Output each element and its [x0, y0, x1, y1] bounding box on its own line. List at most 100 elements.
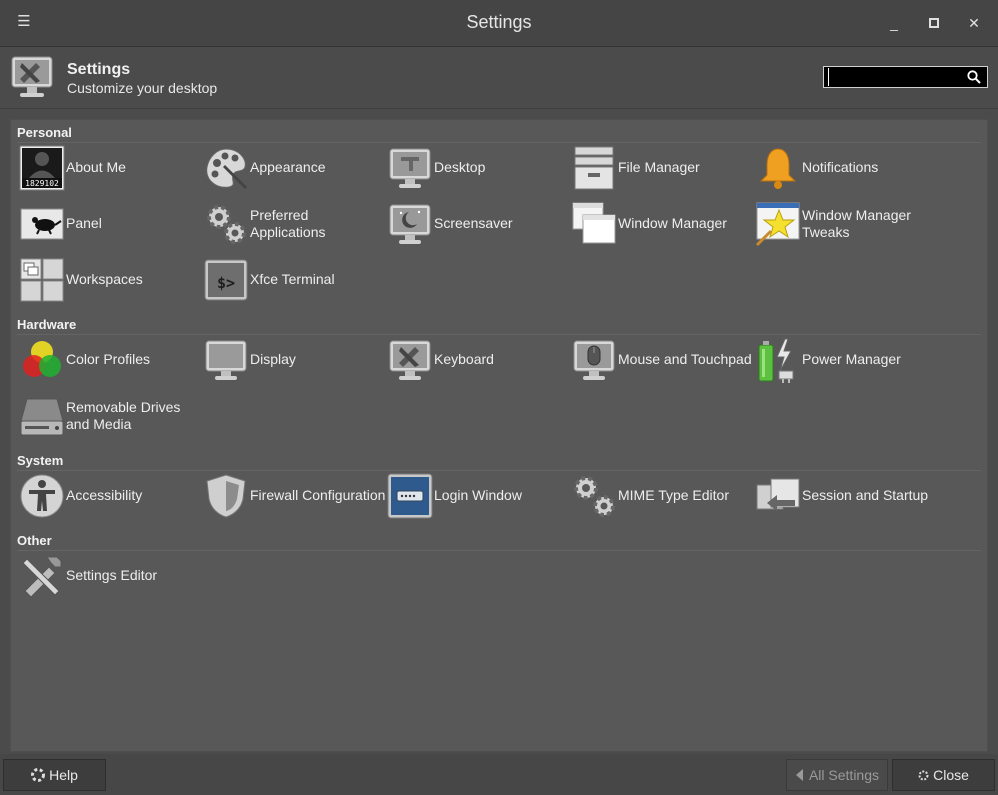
badge-number: 1829102 — [25, 179, 59, 188]
settings-content: Personal 1829102 About Me Appearance Des… — [10, 119, 988, 752]
accessibility-icon — [20, 474, 64, 518]
section-title-other: Other — [17, 533, 52, 548]
item-label: Login Window — [434, 487, 522, 503]
item-label: About Me — [66, 159, 126, 175]
close-button[interactable]: Close — [892, 759, 995, 791]
page-title: Settings — [67, 61, 131, 78]
item-label: Window Manager Tweaks — [802, 207, 911, 240]
item-notifications[interactable]: Notifications — [755, 145, 939, 193]
bell-icon — [759, 148, 797, 189]
panel-mouse-icon — [20, 208, 64, 240]
item-file-manager[interactable]: File Manager — [571, 145, 755, 193]
section-divider — [17, 142, 981, 143]
chevron-left-icon — [795, 760, 805, 790]
gears-icon — [207, 205, 246, 244]
lifebuoy-icon — [31, 760, 46, 790]
item-accessibility[interactable]: Accessibility — [19, 473, 203, 521]
maximize-button[interactable] — [925, 14, 943, 32]
item-mouse-and-touchpad[interactable]: Mouse and Touchpad — [571, 337, 755, 385]
section-title-hardware: Hardware — [17, 317, 77, 332]
item-about-me[interactable]: 1829102 About Me — [19, 145, 203, 193]
user-badge-icon: 1829102 — [19, 145, 65, 191]
section-title-personal: Personal — [17, 125, 72, 140]
terminal-glyph: $> — [217, 274, 235, 292]
item-appearance[interactable]: Appearance — [203, 145, 387, 193]
item-desktop[interactable]: Desktop — [387, 145, 571, 193]
minimize-button[interactable]: _ — [885, 14, 903, 32]
drive-icon — [20, 398, 64, 436]
item-label: Color Profiles — [66, 351, 151, 367]
battery-plug-icon — [758, 338, 794, 383]
item-power-manager[interactable]: Power Manager — [755, 337, 939, 385]
color-circles-icon — [23, 341, 61, 377]
file-cabinet-icon — [574, 146, 614, 190]
item-label: Removable Drives and Media — [66, 399, 181, 432]
item-settings-editor[interactable]: Settings Editor — [19, 553, 203, 601]
item-label: Display — [250, 351, 296, 367]
session-arrow-icon — [756, 478, 800, 511]
item-label: MIME Type Editor — [618, 487, 730, 503]
close-window-button[interactable]: ✕ — [965, 14, 983, 32]
section-divider — [17, 550, 981, 551]
shield-icon — [206, 474, 246, 518]
item-label: Power Manager — [802, 351, 901, 367]
item-color-profiles[interactable]: Color Profiles — [19, 337, 203, 385]
item-label: Screensaver — [434, 215, 513, 231]
palette-icon — [206, 148, 247, 189]
item-label: Workspaces — [66, 271, 143, 287]
item-label: Firewall Configuration — [250, 487, 386, 503]
title-bar: ☰ Settings _ ✕ — [0, 0, 998, 47]
help-button[interactable]: Help — [3, 759, 106, 791]
mouse-monitor-icon — [573, 340, 615, 380]
all-settings-button[interactable]: All Settings — [786, 759, 888, 791]
maximize-icon — [929, 18, 939, 28]
item-label: Accessibility — [66, 487, 143, 503]
item-screensaver[interactable]: Screensaver — [387, 201, 571, 249]
item-window-manager[interactable]: Window Manager — [571, 201, 755, 249]
window-title: Settings — [466, 12, 532, 32]
item-xfce-terminal[interactable]: $> Xfce Terminal — [203, 257, 387, 305]
item-label: Window Manager — [618, 215, 727, 231]
item-label: Settings Editor — [66, 567, 158, 583]
star-window-icon — [755, 202, 800, 247]
close-label: Close — [933, 767, 969, 783]
item-label: Xfce Terminal — [250, 271, 335, 287]
item-label: Notifications — [802, 159, 879, 175]
workspaces-grid-icon — [20, 258, 64, 302]
item-panel[interactable]: Panel — [19, 201, 203, 249]
display-monitor-icon — [205, 340, 247, 380]
item-label: Mouse and Touchpad — [618, 351, 752, 367]
item-label: Session and Startup — [802, 487, 929, 503]
item-mime-type-editor[interactable]: MIME Type Editor — [571, 473, 755, 521]
search-box[interactable] — [823, 66, 988, 88]
settings-editor-icon — [22, 556, 62, 598]
search-icon[interactable] — [967, 70, 981, 84]
mime-gears-icon — [574, 476, 615, 517]
item-label: Panel — [66, 215, 102, 231]
page-header: Settings Customize your desktop — [0, 47, 998, 109]
item-login-window[interactable]: Login Window — [387, 473, 571, 521]
all-settings-label: All Settings — [808, 767, 880, 783]
close-circle-icon — [918, 760, 929, 790]
item-label: Keyboard — [434, 351, 494, 367]
item-window-manager-tweaks[interactable]: Window Manager Tweaks — [755, 201, 939, 249]
settings-tools-icon — [11, 56, 53, 97]
item-firewall-configuration[interactable]: Firewall Configuration — [203, 473, 387, 521]
item-workspaces[interactable]: Workspaces — [19, 257, 203, 305]
windows-icon — [572, 202, 616, 244]
item-label: Desktop — [434, 159, 486, 175]
footer-bar: Help All Settings Close — [0, 754, 998, 795]
item-session-and-startup[interactable]: Session and Startup — [755, 473, 939, 521]
section-divider — [17, 334, 981, 335]
search-input[interactable] — [828, 68, 961, 86]
item-keyboard[interactable]: Keyboard — [387, 337, 571, 385]
help-label: Help — [49, 767, 78, 783]
desktop-monitor-icon — [389, 148, 431, 188]
item-preferred-applications[interactable]: Preferred Applications — [203, 201, 387, 249]
item-label: Appearance — [250, 159, 326, 175]
item-label: File Manager — [618, 159, 700, 175]
item-label: Preferred Applications — [250, 207, 326, 240]
item-removable-drives[interactable]: Removable Drives and Media — [19, 393, 203, 441]
screensaver-monitor-icon — [389, 204, 431, 244]
item-display[interactable]: Display — [203, 337, 387, 385]
